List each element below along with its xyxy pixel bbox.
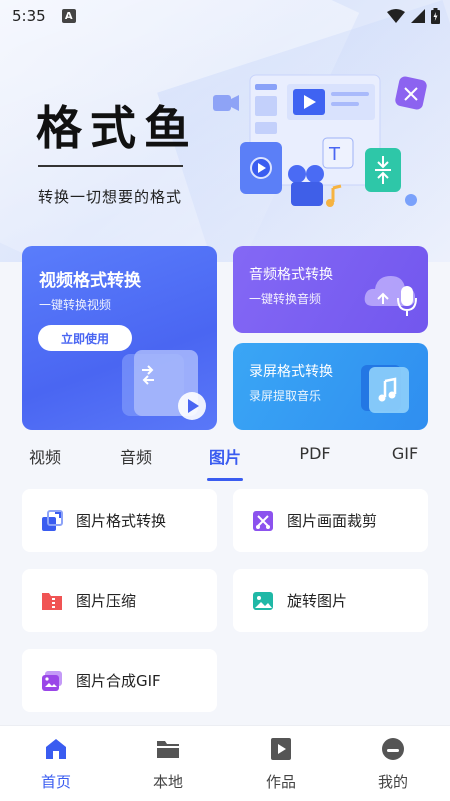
tab-video[interactable]: 视频 — [29, 444, 61, 468]
signal-icon — [411, 9, 425, 23]
tool-image-compress[interactable]: 图片压缩 — [22, 569, 217, 632]
nav-label: 首页 — [40, 773, 71, 791]
category-tabs: 视频 音频 图片 PDF GIF — [0, 440, 450, 481]
tab-label: 图片 — [208, 448, 242, 467]
hero-illustration: T — [213, 74, 427, 207]
cloud-mic-icon — [364, 276, 417, 316]
video-convert-card[interactable]: 视频格式转换 一键转换视频 立即使用 — [22, 246, 217, 430]
app-title: 格式鱼 — [36, 101, 198, 155]
app-subtitle: 转换一切想要的格式 — [38, 188, 183, 206]
image-convert-icon — [42, 509, 63, 531]
nav-label: 本地 — [152, 773, 183, 791]
folder-icon — [157, 741, 179, 758]
tool-label: 图片格式转换 — [76, 512, 167, 530]
nav-local[interactable]: 本地 — [128, 736, 208, 792]
record-convert-card[interactable]: 录屏格式转换 录屏提取音乐 — [233, 343, 428, 430]
active-tab-indicator — [206, 478, 244, 481]
wifi-icon — [387, 9, 405, 23]
video-file-icon — [122, 350, 206, 420]
tool-label: 旋转图片 — [287, 592, 348, 610]
nav-mine[interactable]: 我的 — [353, 736, 433, 792]
card-title: 音频格式转换 — [249, 267, 333, 283]
battery-icon — [431, 8, 440, 24]
tool-label: 图片画面裁剪 — [287, 512, 378, 530]
card-title: 视频格式转换 — [39, 271, 141, 291]
card-desc: 一键转换音频 — [249, 292, 322, 306]
tab-label: 音频 — [119, 448, 153, 467]
status-bar: 5:35 A — [0, 0, 450, 32]
image-compress-icon — [42, 592, 62, 610]
card-title: 录屏格式转换 — [249, 364, 333, 380]
nav-home[interactable]: 首页 — [16, 736, 96, 792]
tool-image-crop[interactable]: 图片画面裁剪 — [233, 489, 428, 552]
svg-text:T: T — [328, 144, 341, 165]
play-file-icon — [271, 738, 291, 760]
gif-compose-icon — [42, 670, 62, 691]
tab-image[interactable]: 图片 — [206, 444, 244, 481]
title-divider — [38, 165, 183, 167]
tool-label: 图片压缩 — [76, 592, 137, 610]
nav-label: 我的 — [377, 773, 408, 791]
bottom-navigation: 首页 本地 作品 我的 — [0, 725, 450, 801]
tab-label: GIF — [391, 444, 419, 463]
card-desc: 一键转换视频 — [39, 298, 112, 312]
notification-badge: A — [61, 9, 76, 23]
tab-label: PDF — [299, 444, 331, 463]
tab-label: 视频 — [28, 448, 62, 467]
hero-banner: 5:35 A 格式鱼 转换一切想要的格式 T — [0, 0, 450, 262]
tool-label: 图片合成GIF — [76, 672, 161, 690]
nav-works[interactable]: 作品 — [241, 736, 321, 792]
tool-image-convert[interactable]: 图片格式转换 — [22, 489, 217, 552]
tool-image-rotate[interactable]: 旋转图片 — [233, 569, 428, 632]
home-icon — [46, 739, 66, 759]
status-time: 5:35 — [12, 7, 46, 25]
tab-gif[interactable]: GIF — [392, 444, 418, 463]
music-file-icon — [361, 365, 409, 413]
tab-pdf[interactable]: PDF — [299, 444, 330, 463]
audio-convert-card[interactable]: 音频格式转换 一键转换音频 — [233, 246, 428, 333]
tool-gif-compose[interactable]: 图片合成GIF — [22, 649, 217, 712]
tab-audio[interactable]: 音频 — [120, 444, 152, 468]
nav-label: 作品 — [265, 773, 296, 791]
image-crop-icon — [253, 510, 273, 531]
profile-icon — [382, 738, 404, 760]
image-rotate-icon — [253, 591, 273, 610]
card-desc: 录屏提取音乐 — [249, 389, 322, 403]
